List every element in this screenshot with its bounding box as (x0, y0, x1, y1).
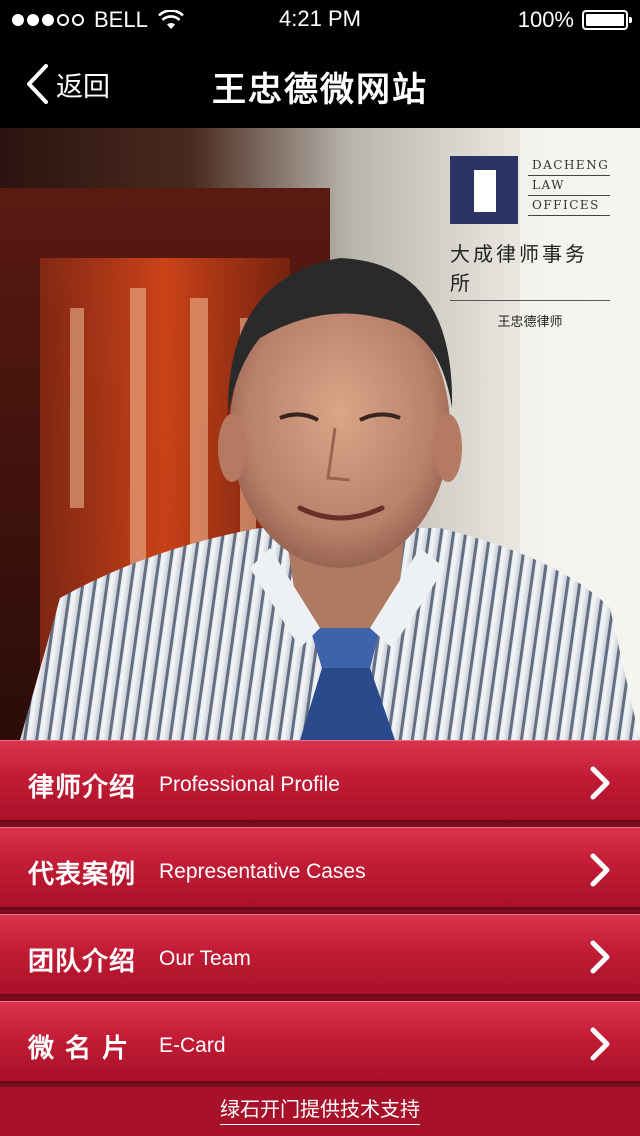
menu-item-label-cn: 微 名 片 (28, 1034, 130, 1064)
logo-line-2: LAW (528, 176, 610, 196)
dacheng-logo-icon (450, 156, 518, 224)
chevron-right-icon (590, 940, 610, 974)
battery-icon (582, 10, 632, 30)
menu-item-label-en: Our Team (159, 947, 251, 970)
lawyer-name: 王忠德律师 (497, 315, 563, 330)
footer: 绿石开门提供技术支持 (0, 1087, 640, 1136)
hero-photo: DACHENG LAW OFFICES 大成律师事务所 王忠德律师 (0, 128, 640, 740)
menu-item-label-cn: 律师介绍 (28, 773, 137, 803)
menu-item-label-en: Representative Cases (159, 860, 366, 883)
page-title: 王忠德微网站 (212, 70, 428, 110)
menu-item-label-en: E-Card (159, 1034, 226, 1057)
firm-logo: DACHENG LAW OFFICES 大成律师事务所 王忠德律师 (450, 156, 610, 330)
battery-percent: 100% (517, 7, 574, 32)
menu-item-label-cn: 团队介绍 (28, 947, 137, 977)
logo-line-1: DACHENG (528, 156, 610, 176)
main-menu: 律师介绍 Professional Profile 代表案例 Represent… (0, 740, 640, 1090)
chevron-right-icon (590, 766, 610, 800)
tech-support-link[interactable]: 绿石开门提供技术支持 (220, 1093, 420, 1125)
chevron-right-icon (590, 853, 610, 887)
status-bar: BELL 4:21 PM 100% (0, 0, 640, 40)
nav-bar: 返回 王忠德微网站 (0, 40, 640, 128)
menu-item-representative-cases[interactable]: 代表案例 Representative Cases (0, 827, 640, 910)
chevron-right-icon (590, 1027, 610, 1061)
menu-item-label-en: Professional Profile (159, 773, 340, 796)
menu-item-label-cn: 代表案例 (28, 860, 137, 890)
status-right: 100% (517, 6, 632, 34)
menu-item-professional-profile[interactable]: 律师介绍 Professional Profile (0, 740, 640, 823)
logo-line-3: OFFICES (528, 196, 610, 216)
menu-item-our-team[interactable]: 团队介绍 Our Team (0, 914, 640, 997)
menu-item-e-card[interactable]: 微 名 片 E-Card (0, 1001, 640, 1084)
firm-name-cn: 大成律师事务所 (450, 238, 610, 301)
